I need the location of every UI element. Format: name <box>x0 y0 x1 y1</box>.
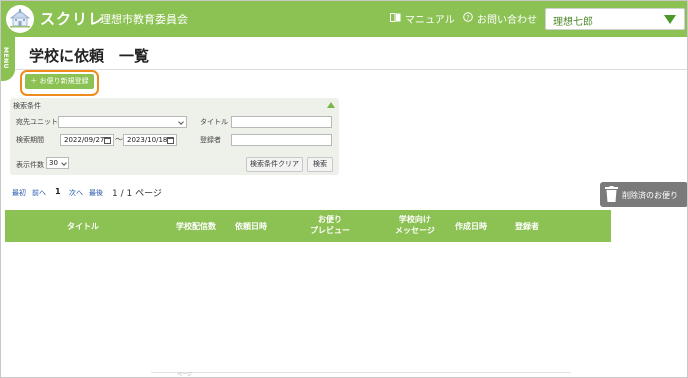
column-header[interactable]: 学校配信数 <box>176 221 216 232</box>
column-header[interactable]: 登録者 <box>515 221 539 232</box>
contact-link[interactable]: ? お問い合わせ <box>463 11 537 26</box>
footer-divider <box>151 372 571 373</box>
new-letter-button[interactable]: ＋ お便り新規登録 <box>25 74 94 89</box>
user-select[interactable]: 理想七郎 <box>545 8 685 30</box>
unit-label: 宛先ユニット <box>16 118 58 126</box>
search-panel: 検索条件 宛先ユニット タイトル 検索期間 2022/09/27 ～ 2023/… <box>10 98 339 175</box>
manual-link[interactable]: マニュアル <box>390 11 455 26</box>
calendar-icon[interactable] <box>167 137 174 144</box>
pager-next[interactable]: 次へ <box>69 188 83 198</box>
school-logo-icon[interactable] <box>6 5 34 33</box>
date-to-input[interactable]: 2023/10/18 <box>123 134 177 146</box>
trash-icon <box>605 186 618 204</box>
chevron-down-icon <box>61 160 67 166</box>
svg-text:?: ? <box>466 14 469 22</box>
column-header[interactable]: 学校向け メッセージ <box>395 214 435 236</box>
pager-last[interactable]: 最後 <box>89 188 103 198</box>
pager-first[interactable]: 最初 <box>12 188 26 198</box>
range-separator: ～ <box>115 135 123 144</box>
search-panel-title: 検索条件 <box>13 102 41 110</box>
unit-select[interactable] <box>58 116 187 128</box>
help-icon: ? <box>463 12 473 25</box>
calendar-icon[interactable] <box>104 137 111 144</box>
column-header[interactable]: タイトル <box>67 221 99 232</box>
date-from-value: 2022/09/27 <box>64 136 105 144</box>
triangle-down-icon <box>664 15 676 24</box>
chevron-down-icon <box>178 119 184 125</box>
period-label: 検索期間 <box>16 136 44 144</box>
clear-search-button[interactable]: 検索条件クリア <box>246 157 303 172</box>
app-header: スクリレ 理想市教育委員会 マニュアル ? お問い合わせ 理想七郎 <box>1 1 687 37</box>
user-select-value: 理想七郎 <box>553 17 593 28</box>
pager-prev[interactable]: 前へ <box>32 188 46 198</box>
date-to-value: 2023/10/18 <box>127 136 168 144</box>
count-label: 表示件数 <box>16 161 44 169</box>
registrant-input[interactable] <box>231 134 332 146</box>
collapse-triangle-icon[interactable] <box>327 102 335 108</box>
manual-label: マニュアル <box>405 15 455 26</box>
book-icon <box>390 12 401 25</box>
title-label: タイトル <box>200 118 228 126</box>
menu-tab[interactable]: MENU <box>1 37 15 81</box>
count-select[interactable]: 30 <box>46 157 69 169</box>
deleted-letters-label: 削除済のお便り <box>622 191 678 200</box>
app-name[interactable]: スクリレ <box>40 8 104 29</box>
column-header[interactable]: お便り プレビュー <box>310 214 350 236</box>
table-header: タイトル 学校配信数 依頼日時 お便り プレビュー 学校向け メッセージ 作成日… <box>5 210 611 242</box>
column-header[interactable]: 依頼日時 <box>235 221 267 232</box>
column-header[interactable]: 作成日時 <box>455 221 487 232</box>
page-title: 学校に依頼 一覧 <box>29 47 150 65</box>
contact-label: お問い合わせ <box>477 15 537 26</box>
title-input[interactable] <box>231 116 332 128</box>
count-select-value: 30 <box>49 159 58 167</box>
pager-info: 1 / 1 ページ <box>112 189 162 199</box>
title-divider <box>15 69 687 70</box>
pager-current: 1 <box>55 187 61 196</box>
browser-frame: スクリレ 理想市教育委員会 マニュアル ? お問い合わせ 理想七郎 MENU 学… <box>0 0 688 378</box>
registrant-label: 登録者 <box>200 136 221 144</box>
organization-name: 理想市教育委員会 <box>100 13 188 26</box>
date-from-input[interactable]: 2022/09/27 <box>60 134 114 146</box>
deleted-letters-button[interactable]: 削除済のお便り <box>600 182 687 207</box>
menu-tab-label: MENU <box>2 47 9 69</box>
footer-fragment: ページ <box>177 372 192 378</box>
search-button[interactable]: 検索 <box>307 157 333 172</box>
